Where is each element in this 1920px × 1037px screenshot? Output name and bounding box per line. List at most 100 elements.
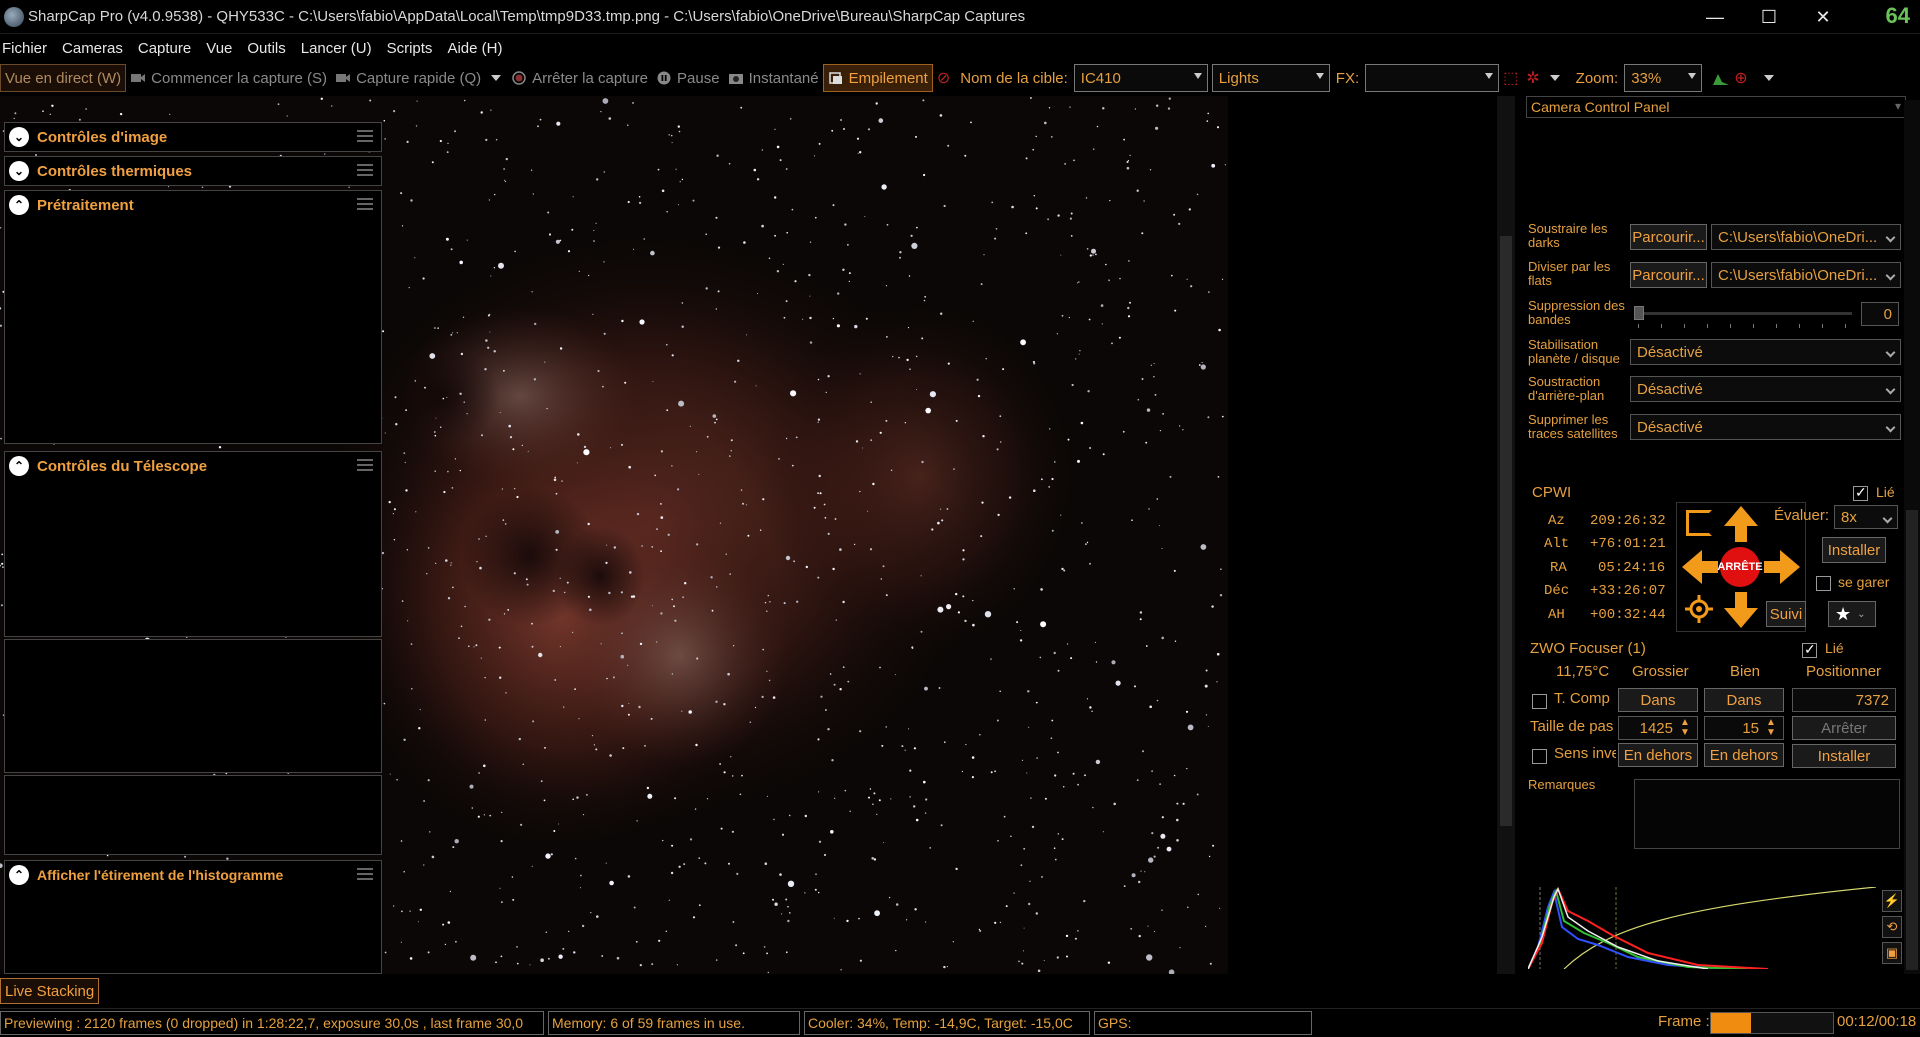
star	[735, 944, 738, 947]
banding-slider[interactable]	[1634, 306, 1852, 332]
menu-icon[interactable]	[357, 130, 373, 142]
menu-icon[interactable]	[357, 198, 373, 210]
coarse-in-button[interactable]: Dans	[1618, 688, 1698, 712]
close-button[interactable]: ✕	[1796, 7, 1850, 28]
arrow-right-icon[interactable]	[1762, 548, 1802, 586]
reverse-checkbox[interactable]	[1532, 749, 1547, 764]
star	[454, 130, 457, 133]
coarse-out-button[interactable]: En dehors	[1618, 743, 1698, 767]
frame-type-combo[interactable]: Lights	[1211, 64, 1330, 92]
stacking-button[interactable]: Empilement	[822, 64, 933, 92]
histogram-mini-icon[interactable]	[1712, 70, 1730, 86]
star-sync-button[interactable]: ★ ⌄	[1828, 601, 1876, 627]
arrow-down-icon[interactable]	[1722, 590, 1760, 630]
collapse-icon[interactable]: ⌃	[9, 456, 29, 476]
minimize-button[interactable]: —	[1688, 7, 1742, 28]
section-thermal-controls[interactable]: ⌄ Contrôles thermiques	[4, 156, 382, 186]
chevron-down-icon	[1885, 347, 1896, 358]
focuser-stop-button[interactable]: Arrêter	[1792, 716, 1896, 740]
collapse-icon[interactable]: ⌃	[9, 865, 29, 885]
scrollbar-thumb[interactable]	[1500, 236, 1512, 826]
star	[783, 316, 786, 319]
star	[580, 874, 582, 877]
park-checkbox[interactable]	[1816, 576, 1831, 591]
viewer-scrollbar[interactable]	[1497, 96, 1515, 974]
crosshair-icon[interactable]: ✲	[1526, 68, 1539, 88]
pin-icon[interactable]: ▾	[1895, 99, 1901, 113]
menu-scripts[interactable]: Scripts	[385, 40, 442, 57]
collapse-icon[interactable]: ⌃	[9, 195, 29, 215]
start-capture-button[interactable]: Commencer la capture (S)	[126, 64, 331, 92]
expand-icon[interactable]: ⌄	[9, 127, 29, 147]
menu-aide[interactable]: Aide (H)	[445, 40, 511, 57]
quick-capture-button[interactable]: Capture rapide (Q)	[331, 64, 507, 92]
notes-textarea[interactable]	[1634, 779, 1900, 849]
browse-flats-button[interactable]: Parcourir...	[1630, 262, 1707, 288]
lightning-icon[interactable]: ⚡	[1882, 890, 1902, 912]
pause-button[interactable]: Pause	[652, 64, 724, 92]
center-target-icon[interactable]	[1684, 594, 1714, 624]
arrow-up-icon[interactable]	[1722, 504, 1760, 544]
menu-fichier[interactable]: Fichier	[0, 40, 56, 57]
flats-path-combo[interactable]: C:\Users\fabio\OneDri...	[1711, 262, 1901, 288]
tcomp-checkbox[interactable]	[1532, 694, 1547, 709]
status-cooler: Cooler: 34%, Temp: -14,9C, Target: -15,0…	[804, 1011, 1090, 1035]
star	[715, 308, 717, 310]
menu-icon[interactable]	[357, 459, 373, 471]
search-zoom-icon[interactable]: ⊕	[1734, 68, 1747, 88]
menu-outils[interactable]: Outils	[245, 40, 294, 57]
no-target-icon[interactable]: ⊘	[937, 68, 950, 88]
chevron-down-icon[interactable]	[1548, 73, 1562, 83]
star	[788, 814, 791, 817]
banding-value[interactable]: 0	[1861, 302, 1899, 326]
chevron-down-icon[interactable]	[489, 73, 503, 83]
focuser-install-button[interactable]: Installer	[1792, 744, 1896, 768]
expand-icon[interactable]: ⌄	[9, 161, 29, 181]
star	[767, 594, 770, 597]
target-name-combo[interactable]: IC410	[1073, 64, 1208, 92]
menu-cameras[interactable]: Cameras	[60, 40, 132, 57]
zoom-combo[interactable]: 33%	[1624, 64, 1703, 92]
fx-combo[interactable]	[1365, 64, 1500, 92]
star	[674, 619, 677, 622]
maximize-button[interactable]: ☐	[1742, 7, 1796, 28]
roi-icon[interactable]: ⬚	[1503, 68, 1518, 88]
menu-vue[interactable]: Vue	[204, 40, 241, 57]
scrollbar-thumb[interactable]	[1906, 510, 1918, 970]
coarse-step-spinner-icon[interactable]: ▲ ▼	[1680, 718, 1690, 738]
menu-icon[interactable]	[357, 868, 373, 880]
histogram-plot[interactable]	[1528, 887, 1876, 969]
star	[1139, 618, 1142, 621]
save-icon[interactable]: ▣	[1882, 942, 1902, 964]
background-combo[interactable]: Désactivé	[1630, 376, 1901, 402]
linked-checkbox[interactable]	[1853, 484, 1868, 501]
reset-icon[interactable]: ⟲	[1882, 916, 1902, 938]
menu-icon[interactable]	[357, 164, 373, 176]
fine-out-button[interactable]: En dehors	[1704, 743, 1784, 767]
fine-in-button[interactable]: Dans	[1704, 688, 1784, 712]
live-stacking-tab[interactable]: Live Stacking	[0, 978, 100, 1004]
spiral-search-icon[interactable]	[1686, 510, 1712, 536]
rate-combo[interactable]: 8x	[1834, 505, 1898, 529]
chevron-down-icon[interactable]	[1762, 73, 1776, 83]
satellite-combo[interactable]: Désactivé	[1630, 414, 1901, 440]
section-image-controls[interactable]: ⌄ Contrôles d'image	[4, 122, 382, 152]
star	[384, 951, 387, 954]
focuser-linked-checkbox[interactable]	[1802, 641, 1817, 658]
snapshot-button[interactable]: Instantané	[724, 64, 823, 92]
browse-darks-button[interactable]: Parcourir...	[1630, 224, 1707, 250]
stabilization-combo[interactable]: Désactivé	[1630, 339, 1901, 365]
position-value[interactable]: 7372	[1792, 688, 1896, 712]
menu-capture[interactable]: Capture	[136, 40, 200, 57]
tracking-button[interactable]: Suivi	[1766, 601, 1806, 627]
arrow-left-icon[interactable]	[1680, 548, 1720, 586]
install-mount-button[interactable]: Installer	[1822, 537, 1886, 563]
stop-mount-button[interactable]: ARRÊTE	[1717, 547, 1763, 587]
darks-path-combo[interactable]: C:\Users\fabio\OneDri...	[1711, 224, 1901, 250]
fine-step-spinner-icon[interactable]: ▲ ▼	[1766, 718, 1776, 738]
slider-handle[interactable]	[1634, 306, 1644, 320]
stop-capture-button[interactable]: Arrêter la capture	[507, 64, 652, 92]
live-view-button[interactable]: Vue en direct (W)	[0, 64, 127, 92]
menu-lancer[interactable]: Lancer (U)	[299, 40, 381, 57]
panel-scrollbar[interactable]	[1904, 100, 1920, 974]
